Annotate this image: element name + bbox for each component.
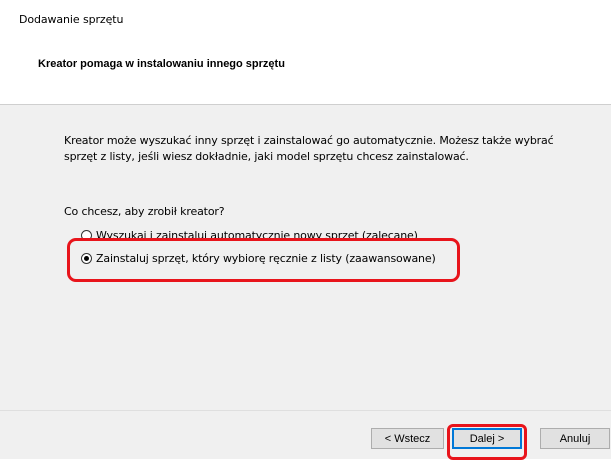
page-title: Kreator pomaga w instalowaniu innego spr… — [38, 58, 285, 70]
next-button[interactable]: Dalej > — [452, 428, 522, 449]
intro-line-2: sprzęt z listy, jeśli wiesz dokładnie, j… — [64, 150, 469, 163]
radio-auto-search-label: Wyszukaj i zainstaluj automatycznie nowy… — [96, 228, 418, 242]
radio-manual-install-label: Zainstaluj sprzęt, który wybiorę ręcznie… — [96, 251, 436, 265]
footer-bar: < Wstecz Dalej > Anuluj — [0, 411, 611, 459]
radio-auto-search[interactable]: Wyszukaj i zainstaluj automatycznie nowy… — [81, 227, 418, 243]
radio-unchecked-icon[interactable] — [81, 229, 92, 241]
content-panel: Kreator może wyszukać inny sprzęt i zain… — [0, 105, 611, 410]
back-button[interactable]: < Wstecz — [371, 428, 444, 449]
intro-text: Kreator może wyszukać inny sprzęt i zain… — [64, 133, 584, 165]
radio-checked-icon[interactable] — [81, 252, 92, 264]
question-label: Co chcesz, aby zrobił kreator? — [64, 205, 225, 218]
window-title: Dodawanie sprzętu — [19, 13, 124, 26]
cancel-button[interactable]: Anuluj — [540, 428, 610, 449]
intro-line-1: Kreator może wyszukać inny sprzęt i zain… — [64, 134, 554, 147]
radio-manual-install[interactable]: Zainstaluj sprzęt, który wybiorę ręcznie… — [81, 250, 436, 266]
